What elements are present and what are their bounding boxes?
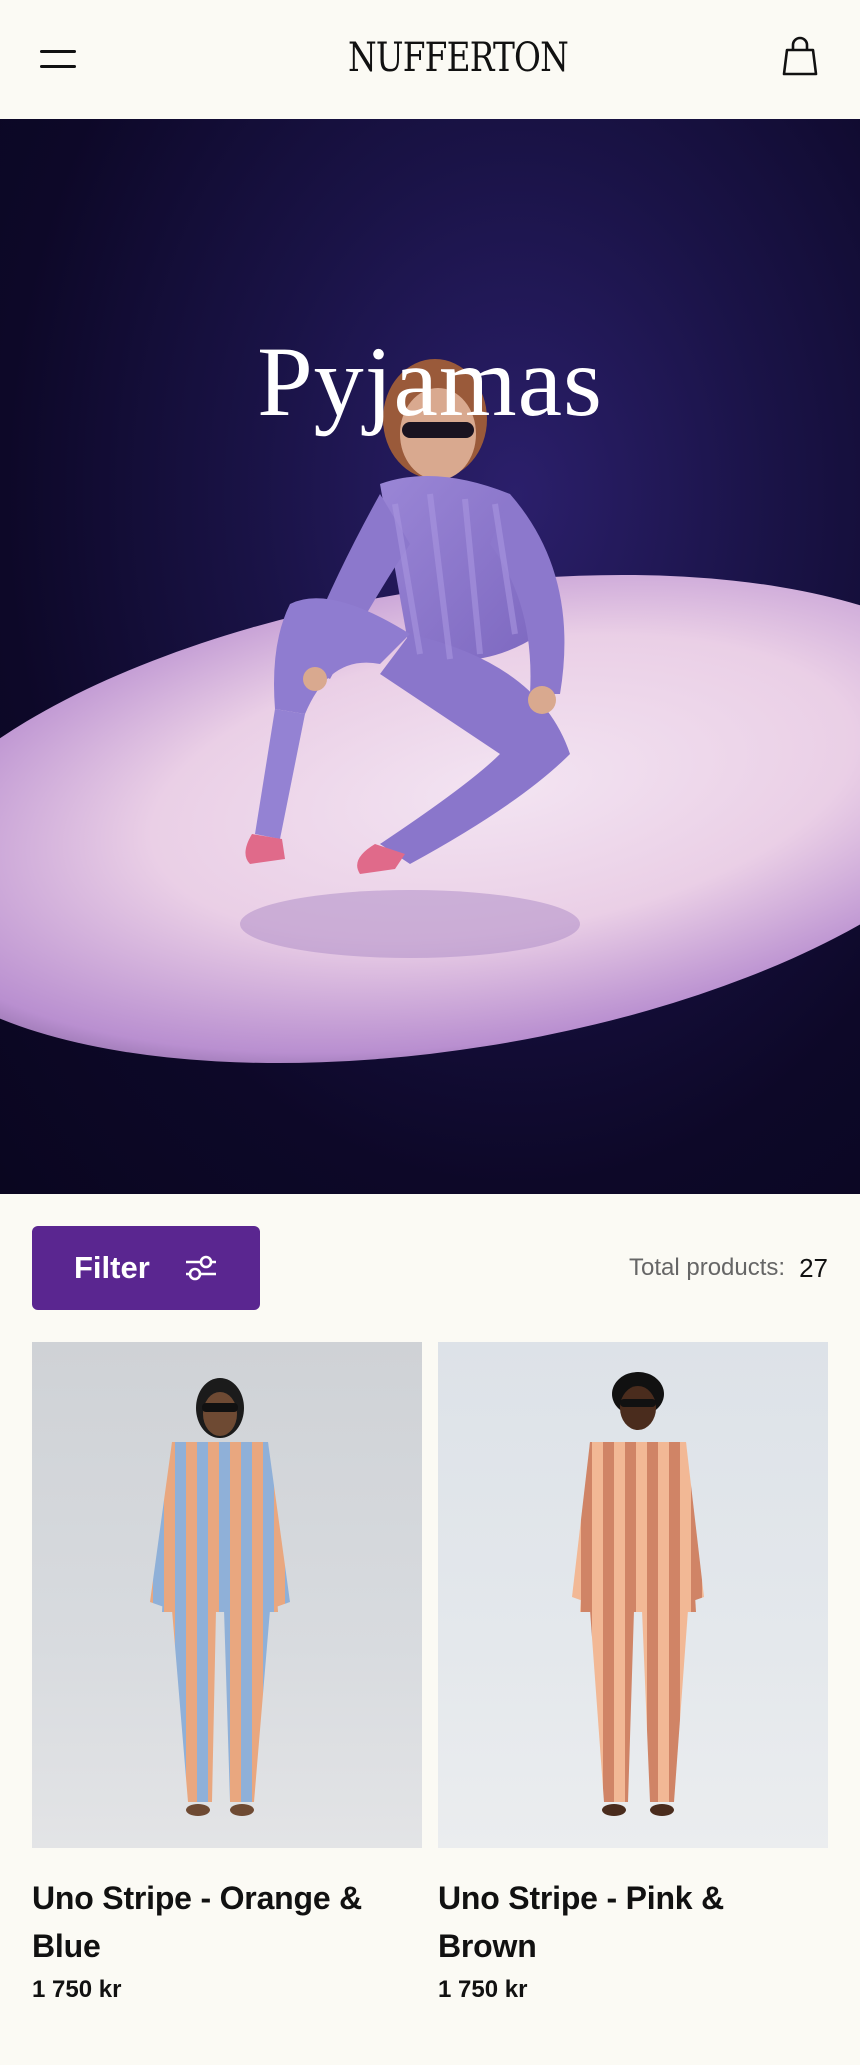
filter-label: Filter: [74, 1250, 150, 1285]
product-name[interactable]: Uno Stripe - Orange & Blue: [32, 1874, 422, 1970]
product-card[interactable]: Uno Stripe - Orange & Blue 1 750 kr: [32, 1342, 422, 2004]
hero-title: Pyjamas: [257, 326, 603, 437]
hamburger-menu-icon-line: [40, 65, 76, 68]
filter-button[interactable]: Filter: [32, 1226, 260, 1310]
product-name[interactable]: Uno Stripe - Pink & Brown: [438, 1874, 828, 1970]
cart-button[interactable]: [776, 32, 824, 80]
hamburger-menu-icon: [40, 50, 76, 53]
shopping-bag-icon: [782, 36, 818, 76]
product-model-image: [150, 1378, 290, 1816]
product-card[interactable]: Uno Stripe - Pink & Brown 1 750 kr: [438, 1342, 828, 2004]
product-image[interactable]: [438, 1342, 828, 1848]
menu-button[interactable]: [36, 40, 80, 80]
product-image[interactable]: [32, 1342, 422, 1848]
total-products-count: 27: [799, 1252, 828, 1283]
site-header: NUFFERTON: [0, 0, 860, 119]
hero-banner: Pyjamas: [0, 119, 860, 1194]
product-price: 1 750 kr: [32, 1976, 122, 2003]
product-model-image: [572, 1372, 704, 1816]
sliders-icon: [186, 1255, 216, 1281]
product-price: 1 750 kr: [438, 1976, 528, 2003]
total-products-label: Total products:: [628, 1254, 786, 1281]
total-products: Total products: 27: [629, 1248, 828, 1288]
brand-logo[interactable]: NUFFERTON: [348, 30, 569, 86]
